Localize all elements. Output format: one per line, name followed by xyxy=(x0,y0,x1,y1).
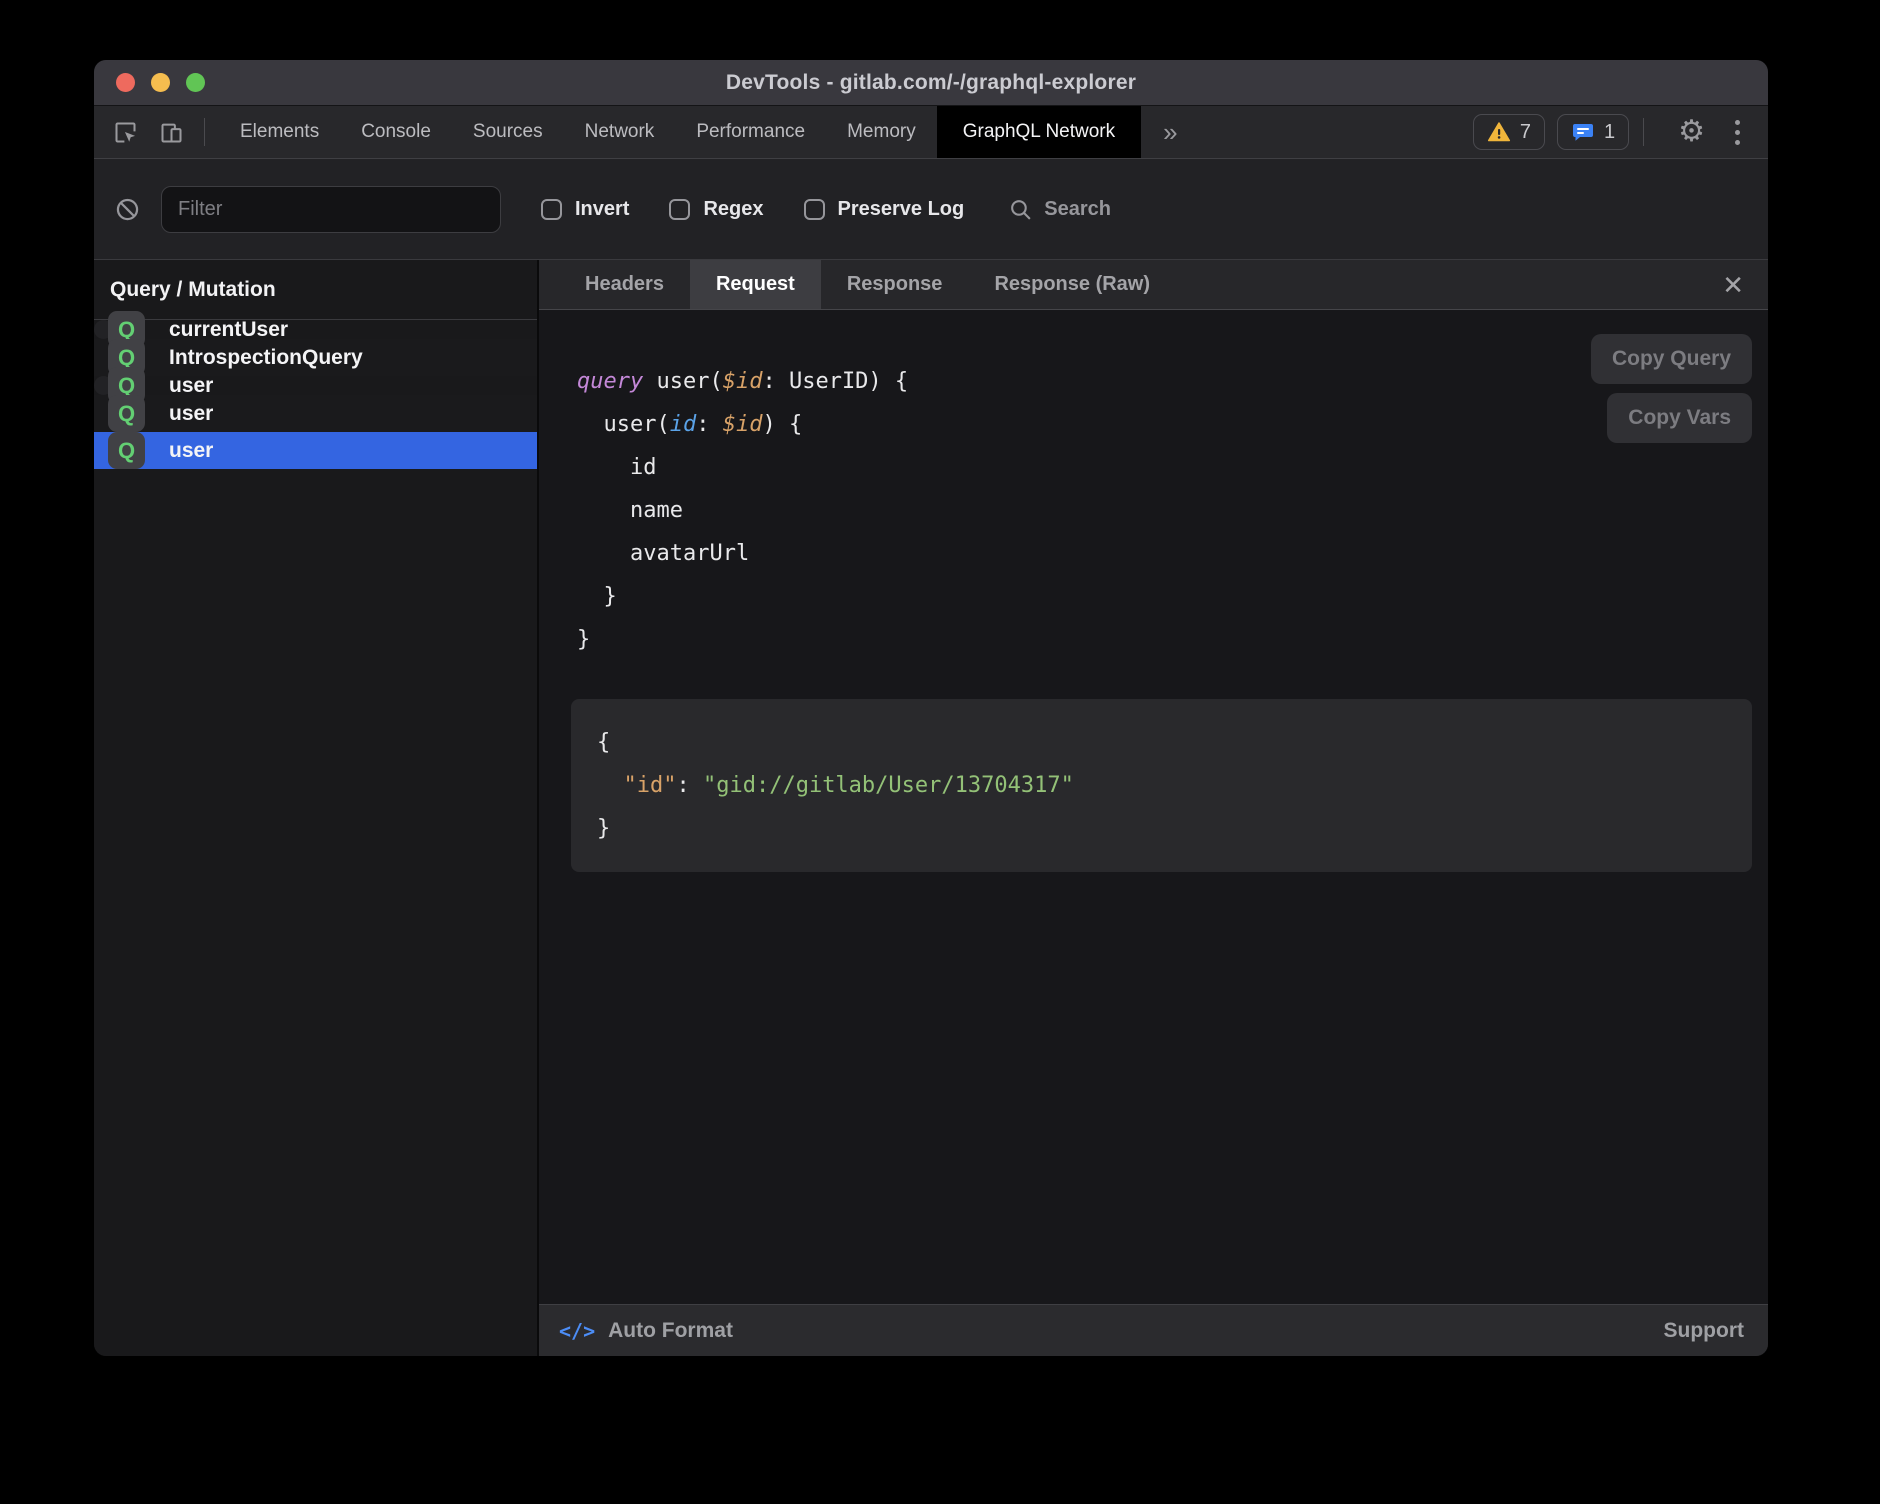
copy-query-button[interactable]: Copy Query xyxy=(1591,334,1752,384)
issues-badge[interactable]: 1 xyxy=(1557,114,1629,150)
list-item[interactable]: Quser xyxy=(94,432,537,469)
settings-gear-icon[interactable]: ⚙ xyxy=(1670,117,1713,147)
query-list-header: Query / Mutation xyxy=(94,260,537,320)
detail-footer: </> Auto Format Support xyxy=(539,1304,1768,1356)
warnings-badge[interactable]: 7 xyxy=(1473,114,1545,150)
zoom-window-button[interactable] xyxy=(186,73,205,92)
tab-memory[interactable]: Memory xyxy=(826,106,937,158)
support-link[interactable]: Support xyxy=(1664,1319,1748,1343)
tab-graphql-network[interactable]: GraphQL Network xyxy=(937,106,1141,158)
detail-tab-bar: HeadersRequestResponseResponse (Raw) ✕ xyxy=(539,260,1768,310)
message-icon xyxy=(1571,120,1595,144)
preserve-log-checkbox-group[interactable]: Preserve Log xyxy=(804,198,965,221)
panel-tabs: ElementsConsoleSourcesNetworkPerformance… xyxy=(219,106,937,158)
query-type-badge: Q xyxy=(108,432,145,469)
search-label: Search xyxy=(1044,198,1111,221)
regex-checkbox-group[interactable]: Regex xyxy=(669,198,763,221)
query-list: QcurrentUserQIntrospectionQueryQuserQuse… xyxy=(94,320,537,469)
regex-label: Regex xyxy=(703,198,763,221)
close-detail-icon[interactable]: ✕ xyxy=(1722,272,1744,298)
request-detail-panel: HeadersRequestResponseResponse (Raw) ✕ C… xyxy=(539,260,1768,1356)
list-item-label: user xyxy=(169,374,213,398)
tab-network[interactable]: Network xyxy=(564,106,676,158)
more-tabs-chevron-icon[interactable]: » xyxy=(1163,117,1177,148)
list-item-label: IntrospectionQuery xyxy=(169,346,363,370)
invert-checkbox xyxy=(541,199,562,220)
tab-response-raw[interactable]: Response (Raw) xyxy=(968,260,1176,309)
toolbar-divider xyxy=(1643,118,1644,146)
toolbar-right-cluster: 7 1 ⚙ xyxy=(1473,114,1768,150)
main-area: Query / Mutation QcurrentUserQIntrospect… xyxy=(94,260,1768,1356)
filter-bar: Invert Regex Preserve Log Search xyxy=(94,159,1768,260)
list-item[interactable]: QcurrentUser xyxy=(94,320,113,339)
invert-label: Invert xyxy=(575,198,629,221)
search-control[interactable]: Search xyxy=(1008,197,1111,222)
title-bar: DevTools - gitlab.com/-/graphql-explorer xyxy=(94,60,1768,106)
devtools-toolbar: ElementsConsoleSourcesNetworkPerformance… xyxy=(94,106,1768,159)
code-brackets-icon: </> xyxy=(559,1319,595,1343)
variables-json: { "id": "gid://gitlab/User/13704317"} xyxy=(597,721,1732,850)
tab-console[interactable]: Console xyxy=(340,106,452,158)
tab-performance[interactable]: Performance xyxy=(675,106,826,158)
tab-response[interactable]: Response xyxy=(821,260,969,309)
copy-buttons: Copy Query Copy Vars xyxy=(1591,334,1752,443)
search-icon xyxy=(1008,197,1033,222)
query-list-panel: Query / Mutation QcurrentUserQIntrospect… xyxy=(94,260,539,1356)
toolbar-divider xyxy=(204,118,205,146)
tab-sources[interactable]: Sources xyxy=(452,106,564,158)
inspect-element-icon[interactable] xyxy=(110,117,140,147)
list-item-label: user xyxy=(169,439,213,463)
query-type-badge: Q xyxy=(108,395,145,432)
warning-icon xyxy=(1487,120,1511,144)
devtools-window: DevTools - gitlab.com/-/graphql-explorer… xyxy=(94,60,1768,1356)
more-options-icon[interactable] xyxy=(1725,120,1750,145)
tab-request[interactable]: Request xyxy=(690,260,821,309)
minimize-window-button[interactable] xyxy=(151,73,170,92)
preserve-log-checkbox xyxy=(804,199,825,220)
traffic-lights xyxy=(116,60,205,105)
block-filter-icon[interactable] xyxy=(114,196,141,223)
request-content: Copy Query Copy Vars query user($id: Use… xyxy=(539,310,1768,1304)
variables-box: { "id": "gid://gitlab/User/13704317"} xyxy=(571,699,1752,872)
filter-input[interactable] xyxy=(161,186,501,233)
tab-elements[interactable]: Elements xyxy=(219,106,340,158)
tab-headers[interactable]: Headers xyxy=(559,260,690,309)
regex-checkbox xyxy=(669,199,690,220)
list-item-label: currentUser xyxy=(169,318,288,342)
copy-vars-button[interactable]: Copy Vars xyxy=(1607,393,1752,443)
list-item-label: user xyxy=(169,402,213,426)
list-item[interactable]: Quser xyxy=(94,395,537,432)
window-title: DevTools - gitlab.com/-/graphql-explorer xyxy=(726,71,1136,95)
graphql-query-code: query user($id: UserID) { user(id: $id) … xyxy=(577,360,1768,661)
preserve-log-label: Preserve Log xyxy=(838,198,965,221)
invert-checkbox-group[interactable]: Invert xyxy=(541,198,629,221)
list-item[interactable]: QIntrospectionQuery xyxy=(94,339,537,376)
issues-count: 1 xyxy=(1604,121,1615,144)
close-window-button[interactable] xyxy=(116,73,135,92)
list-item[interactable]: Quser xyxy=(94,376,113,395)
auto-format-button[interactable]: Auto Format xyxy=(608,1319,733,1343)
device-toolbar-icon[interactable] xyxy=(156,117,186,147)
warnings-count: 7 xyxy=(1520,121,1531,144)
